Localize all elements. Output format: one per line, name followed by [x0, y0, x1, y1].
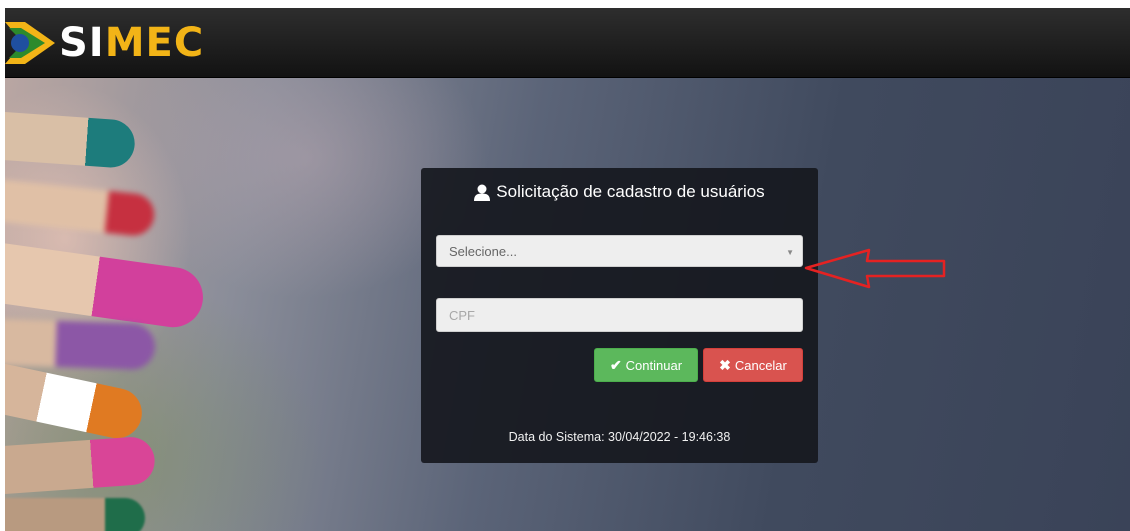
panel-title-text: Solicitação de cadastro de usuários — [496, 182, 765, 201]
chevron-down-icon: ▼ — [786, 248, 794, 257]
red-arrow-annotation-icon — [804, 248, 946, 289]
user-type-select[interactable]: Selecione... ▼ — [436, 235, 803, 267]
pencil-image — [5, 238, 207, 332]
x-icon: ✖ — [719, 356, 731, 373]
continue-button[interactable]: ✔ Continuar — [594, 348, 698, 382]
pencil-image — [5, 318, 156, 371]
logo-text-si: SI — [59, 20, 105, 66]
simec-logo[interactable]: SIMEC — [5, 14, 204, 72]
pencil-image — [5, 358, 147, 443]
cancel-button[interactable]: ✖ Cancelar — [703, 348, 803, 382]
continue-button-label: Continuar — [625, 357, 683, 373]
pencil-image — [5, 498, 145, 531]
panel-title: Solicitação de cadastro de usuários — [421, 182, 818, 202]
pencil-image — [5, 435, 157, 496]
pencil-image — [5, 178, 157, 238]
top-navbar: SIMEC — [5, 8, 1130, 78]
logo-text: SIMEC — [59, 23, 204, 63]
user-icon — [474, 184, 491, 201]
logo-text-mec: MEC — [104, 20, 205, 66]
cpf-input[interactable] — [436, 298, 803, 332]
user-type-select-value: Selecione... — [449, 244, 517, 259]
pencil-image — [5, 110, 137, 170]
cancel-button-label: Cancelar — [734, 357, 787, 373]
signup-request-panel: Solicitação de cadastro de usuários Sele… — [421, 168, 818, 463]
check-icon: ✔ — [609, 356, 622, 373]
app-frame: SIMEC Solicitação de cadastro de usuário… — [5, 8, 1130, 531]
brazil-arrow-logo-icon — [5, 22, 55, 64]
system-date: Data do Sistema: 30/04/2022 - 19:46:38 — [508, 430, 731, 444]
